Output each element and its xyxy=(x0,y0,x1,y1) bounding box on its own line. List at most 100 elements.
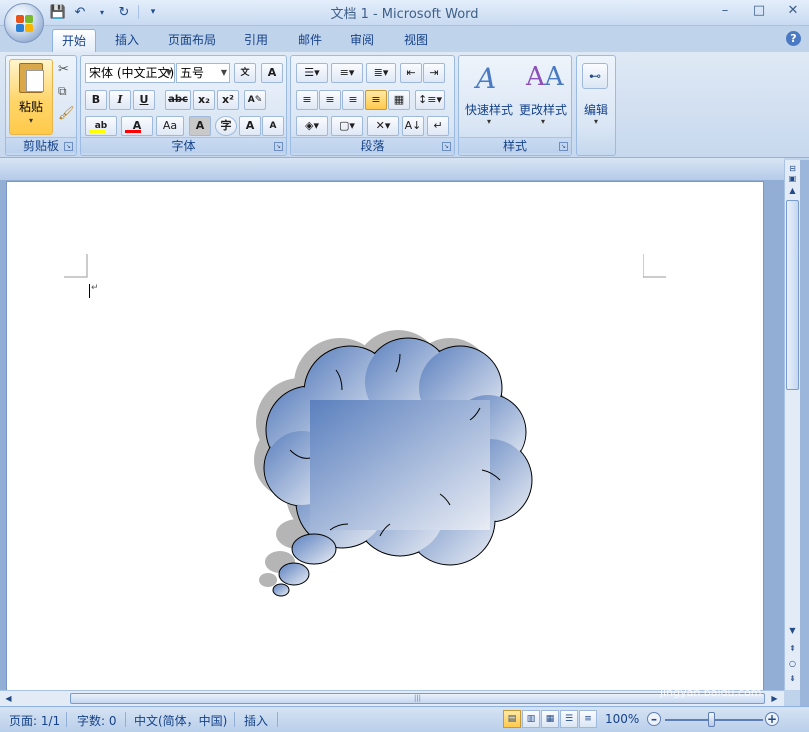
quick-styles-label: 快速样式 xyxy=(464,103,513,117)
format-painter-icon[interactable]: 🖌 xyxy=(58,106,75,121)
status-separator xyxy=(277,712,278,727)
zoom-level[interactable]: 100% xyxy=(605,712,639,726)
font-launcher-icon[interactable]: ↘ xyxy=(274,142,283,151)
tab-view[interactable]: 视图 xyxy=(396,29,436,52)
justify-button[interactable]: ≡ xyxy=(365,90,387,110)
cut-icon[interactable]: ✂ xyxy=(58,62,69,77)
superscript-button[interactable]: x² xyxy=(217,90,239,110)
paste-label: 粘贴 xyxy=(18,100,43,114)
zoom-out-button[interactable]: – xyxy=(647,712,661,726)
align-left-button[interactable]: ≡ xyxy=(296,90,318,110)
ribbon: 粘贴 ▾ ✂ ⧉ 🖌 剪贴板 ↘ 宋体 (中文正文) ▼ 五号 ▼ 文 A B … xyxy=(0,52,809,158)
help-icon[interactable]: ? xyxy=(786,31,801,46)
close-button[interactable]: ✕ xyxy=(783,2,803,20)
font-color-button[interactable]: A xyxy=(121,116,153,136)
clipboard-group: 粘贴 ▾ ✂ ⧉ 🖌 剪贴板 ↘ xyxy=(5,55,77,156)
zoom-slider-thumb[interactable] xyxy=(708,712,715,727)
scroll-down-icon[interactable]: ▼ xyxy=(786,624,799,637)
phonetic-guide-button[interactable]: 文 xyxy=(234,63,256,83)
next-page-icon[interactable]: ⇟ xyxy=(786,672,799,685)
tab-review[interactable]: 审阅 xyxy=(342,29,382,52)
borders-button[interactable]: ▢▾ xyxy=(331,116,363,136)
grow-font-button[interactable]: A xyxy=(239,116,261,136)
paste-icon xyxy=(19,63,44,93)
clear-format-button[interactable]: A✎ xyxy=(244,90,266,110)
status-separator xyxy=(125,712,126,727)
vertical-scroll-thumb[interactable] xyxy=(786,200,799,390)
shrink-font-button[interactable]: A xyxy=(262,116,284,136)
paste-button[interactable]: 粘贴 ▾ xyxy=(9,59,53,135)
minimize-button[interactable]: – xyxy=(715,2,735,20)
align-right-button[interactable]: ≡ xyxy=(342,90,364,110)
clipboard-launcher-icon[interactable]: ↘ xyxy=(64,142,73,151)
page-count[interactable]: 页面: 1/1 xyxy=(9,712,60,729)
increase-indent-button[interactable]: ⇥ xyxy=(423,63,445,83)
change-case-button[interactable]: Aa xyxy=(156,116,184,136)
status-separator xyxy=(234,712,235,727)
tab-insert[interactable]: 插入 xyxy=(104,29,150,52)
show-marks-button[interactable]: ↵ xyxy=(427,116,449,136)
font-size-select[interactable]: 五号 ▼ xyxy=(176,63,230,83)
copy-icon[interactable]: ⧉ xyxy=(58,84,67,99)
distributed-button[interactable]: ▦ xyxy=(388,90,410,110)
strikethrough-button[interactable]: abc xyxy=(165,90,191,110)
styles-launcher-icon[interactable]: ↘ xyxy=(559,142,568,151)
scroll-left-icon[interactable]: ◀ xyxy=(2,692,15,705)
align-center-button[interactable]: ≡ xyxy=(319,90,341,110)
highlight-color-swatch xyxy=(89,130,105,133)
insert-mode-indicator[interactable]: 插入 xyxy=(244,712,268,729)
office-button[interactable] xyxy=(4,3,44,43)
bullets-button[interactable]: ☰▾ xyxy=(296,63,328,83)
binoculars-icon: ⊷ xyxy=(582,63,608,89)
font-name-select[interactable]: 宋体 (中文正文) ▼ xyxy=(85,63,175,83)
crop-mark-top-left xyxy=(64,254,88,278)
scroll-right-icon[interactable]: ▶ xyxy=(768,692,781,705)
char-shading-button[interactable]: A xyxy=(189,116,211,136)
outline-view-icon[interactable]: ☰ xyxy=(560,710,578,728)
enclose-char-button[interactable]: 字 xyxy=(215,116,237,136)
tab-page-layout[interactable]: 页面布局 xyxy=(160,29,224,52)
line-spacing-button[interactable]: ↕≡▾ xyxy=(415,90,445,110)
ribbon-tabs: 开始 插入 页面布局 引用 邮件 审阅 视图 ? xyxy=(0,26,809,52)
window-title: 文档 1 - Microsoft Word xyxy=(330,7,479,22)
editing-button[interactable]: ⊷ 编辑 ▾ xyxy=(579,59,613,135)
maximize-button[interactable]: □ xyxy=(749,2,769,20)
font-name-value: 宋体 (中文正文) xyxy=(89,66,175,80)
browse-object-icon[interactable]: ○ xyxy=(786,657,799,670)
tab-mailings[interactable]: 邮件 xyxy=(290,29,330,52)
previous-page-icon[interactable]: ⇞ xyxy=(786,642,799,655)
highlight-button[interactable]: ab xyxy=(85,116,117,136)
bold-button[interactable]: B xyxy=(85,90,107,110)
baidu-watermark: Bai 经验 xyxy=(620,656,734,686)
underline-button[interactable]: U xyxy=(133,90,155,110)
vertical-scrollbar[interactable]: ⊟ ▣ ▲ ▼ ⇞ ○ ⇟ xyxy=(784,160,800,690)
quick-styles-button[interactable]: A 快速样式 ▾ xyxy=(462,59,516,135)
change-styles-button[interactable]: AA 更改样式 ▾ xyxy=(516,59,570,135)
full-screen-reading-icon[interactable]: ▥ xyxy=(522,710,540,728)
char-border-button[interactable]: A xyxy=(261,63,283,83)
numbering-button[interactable]: ≡▾ xyxy=(331,63,363,83)
sort-button[interactable]: A↓ xyxy=(402,116,424,136)
paragraph-launcher-icon[interactable]: ↘ xyxy=(442,142,451,151)
print-layout-view-icon[interactable]: ▤ xyxy=(503,710,521,728)
subscript-button[interactable]: x₂ xyxy=(193,90,215,110)
draft-view-icon[interactable]: ≡ xyxy=(579,710,597,728)
shading-button[interactable]: ◈▾ xyxy=(296,116,328,136)
tab-references[interactable]: 引用 xyxy=(236,29,276,52)
chinese-layout-button[interactable]: ✕▾ xyxy=(367,116,399,136)
tab-home[interactable]: 开始 xyxy=(52,29,96,52)
change-styles-label: 更改样式 xyxy=(518,103,567,117)
text-cursor xyxy=(89,284,90,298)
scroll-up-icon[interactable]: ▲ xyxy=(786,184,799,197)
language-indicator[interactable]: 中文(简体，中国) xyxy=(134,712,227,729)
word-count[interactable]: 字数: 0 xyxy=(77,712,117,729)
italic-button[interactable]: I xyxy=(109,90,131,110)
zoom-in-button[interactable]: + xyxy=(765,712,779,726)
web-layout-icon[interactable]: ▦ xyxy=(541,710,559,728)
ruler-strip xyxy=(0,158,784,180)
multilevel-list-button[interactable]: ≣▾ xyxy=(366,63,396,83)
decrease-indent-button[interactable]: ⇤ xyxy=(400,63,422,83)
styles-group: A 快速样式 ▾ AA 更改样式 ▾ 样式 ↘ xyxy=(458,55,572,156)
office-logo-icon xyxy=(16,15,34,33)
cloud-callout-shape[interactable] xyxy=(250,330,540,600)
